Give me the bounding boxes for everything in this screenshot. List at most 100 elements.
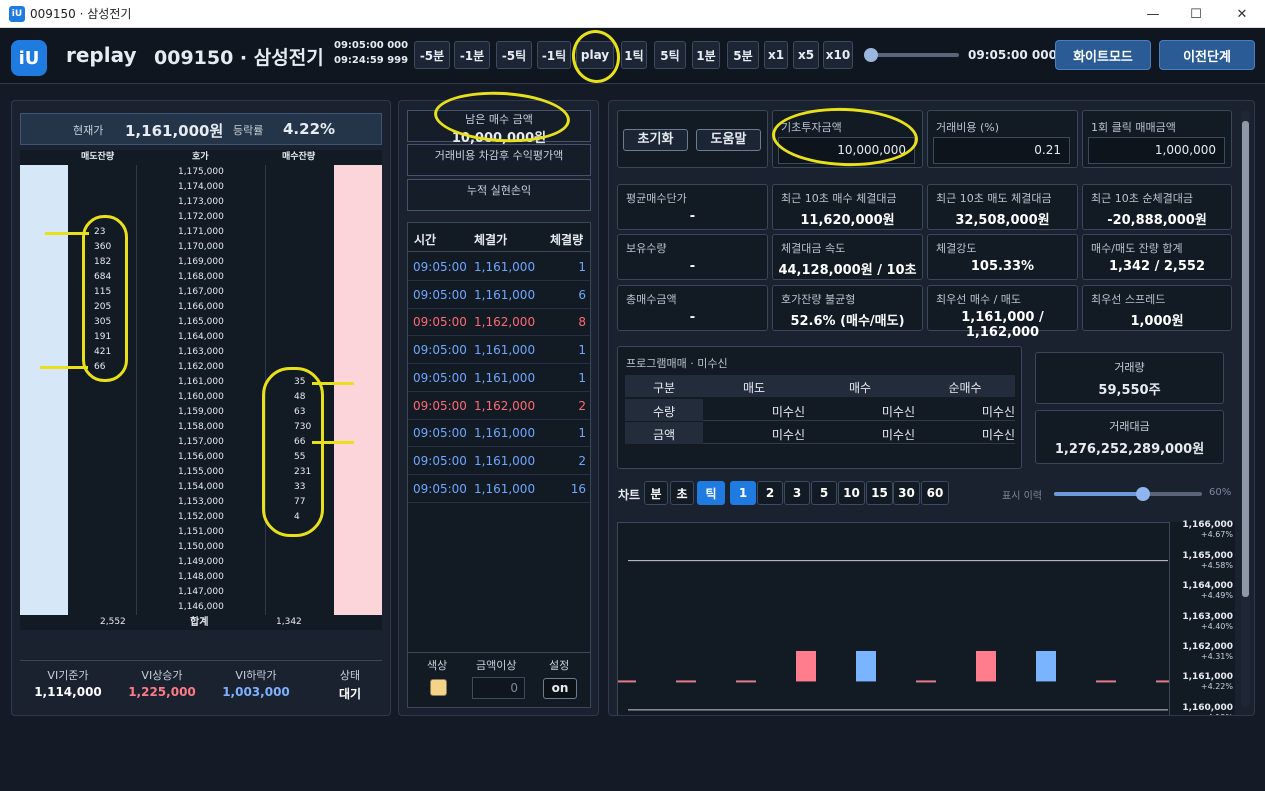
prev-step-button[interactable]: 이전단계 [1159,40,1255,70]
orderbook-row: 1,156,000 55 [20,450,382,465]
reset-button[interactable]: 초기화 [623,129,688,151]
price-level[interactable]: 1,167,000 [178,285,224,300]
stat-card: 최근 10초 순체결대금 -20,888,000원 [1082,184,1232,230]
price-level[interactable]: 1,157,000 [178,435,224,450]
click-amount-card: 1회 클릭 매매금액 1,000,000 [1082,110,1232,168]
control-button[interactable]: -1틱 [537,41,571,69]
stat-card: 총매수금액 - [617,285,768,331]
on-toggle-button[interactable]: on [543,678,577,699]
help-button[interactable]: 도움말 [696,129,761,151]
price-level[interactable]: 1,171,000 [178,225,224,240]
vi-value: 1,225,000 [128,685,196,699]
sell-bar [20,195,68,210]
control-button[interactable]: 5분 [727,41,759,69]
price-level[interactable]: 1,153,000 [178,495,224,510]
stats-panel: 초기화 도움말 기초투자금액 10,000,000 거래비용 (%) 0.21 … [608,100,1255,716]
control-button[interactable]: -1분 [454,41,490,69]
price-level[interactable]: 1,152,000 [178,510,224,525]
control-button[interactable]: x5 [793,41,819,69]
chart-unit-1[interactable]: 초 [670,481,694,505]
click-amount-input[interactable]: 1,000,000 [1088,137,1225,164]
price-level[interactable]: 1,160,000 [178,390,224,405]
trade-amount-label: 거래대금 [1109,420,1150,433]
orderbook-row: 421 1,163,000 [20,345,382,360]
sell-cell [68,495,136,510]
price-level[interactable]: 1,173,000 [178,195,224,210]
price-level[interactable]: 1,166,000 [178,300,224,315]
history-slider-knob[interactable] [1135,487,1150,501]
chart-period-1[interactable]: 1 [730,481,756,505]
replay-slider[interactable] [863,48,959,62]
sell-bar [20,330,68,345]
price-level[interactable]: 1,174,000 [178,180,224,195]
control-button[interactable]: -5분 [414,41,450,69]
app-name: replay [66,43,137,67]
control-button[interactable]: play [576,41,614,69]
chart-period-5[interactable]: 5 [811,481,837,505]
scrollbar-thumb[interactable] [1242,121,1249,597]
orderbook-row: 305 1,165,000 [20,315,382,330]
price-level[interactable]: 1,154,000 [178,480,224,495]
control-button[interactable]: -5틱 [496,41,532,69]
price-level[interactable]: 1,155,000 [178,465,224,480]
sell-cell [68,465,136,480]
price-level[interactable]: 1,169,000 [178,255,224,270]
price-level[interactable]: 1,161,000 [178,375,224,390]
base-amount-input[interactable]: 10,000,000 [778,137,915,164]
sell-bar [20,600,68,615]
chart-period-2[interactable]: 2 [757,481,783,505]
price-level[interactable]: 1,156,000 [178,450,224,465]
control-button[interactable]: 5틱 [654,41,686,69]
program-cell: 수량 [652,405,676,419]
orderbook-row: 115 1,167,000 [20,285,382,300]
chart-period-10[interactable]: 10 [838,481,865,505]
price-level[interactable]: 1,151,000 [178,525,224,540]
stat-card: 최우선 매수 / 매도 1,161,000 / 1,162,000 [927,285,1078,340]
price-level[interactable]: 1,172,000 [178,210,224,225]
price-level[interactable]: 1,165,000 [178,315,224,330]
chart-period-15[interactable]: 15 [866,481,893,505]
price-level[interactable]: 1,149,000 [178,555,224,570]
price-level[interactable]: 1,147,000 [178,585,224,600]
history-slider[interactable] [1054,487,1202,501]
price-level[interactable]: 1,163,000 [178,345,224,360]
replay-slider-knob[interactable] [863,48,878,62]
price-level[interactable]: 1,146,000 [178,600,224,615]
chart-unit-0[interactable]: 분 [644,481,668,505]
price-level[interactable]: 1,159,000 [178,405,224,420]
close-button[interactable]: ✕ [1219,0,1265,28]
chart-period-30[interactable]: 30 [893,481,920,505]
chart-unit-2[interactable]: 틱 [697,481,725,505]
price-level[interactable]: 1,168,000 [178,270,224,285]
minimize-button[interactable]: — [1130,0,1176,28]
stat-label: 매수/매도 잔량 합계 [1091,242,1183,255]
candle-flat [1156,680,1170,683]
price-level[interactable]: 1,148,000 [178,570,224,585]
candle-flat [1096,680,1116,683]
price-level[interactable]: 1,150,000 [178,540,224,555]
y-tick-price: 1,164,000 [1182,581,1233,592]
stat-card: 최근 10초 매수 체결대금 11,620,000원 [772,184,923,230]
amount-threshold-input[interactable]: 0 [472,677,525,699]
white-mode-button[interactable]: 화이트모드 [1055,40,1151,70]
chart-period-60[interactable]: 60 [921,481,949,505]
chart-period-3[interactable]: 3 [784,481,810,505]
vi-label: VI상승가 [141,669,183,682]
control-button[interactable]: 1틱 [621,41,647,69]
price-level[interactable]: 1,170,000 [178,240,224,255]
color-swatch[interactable] [430,679,447,696]
control-button[interactable]: 1분 [692,41,720,69]
price-level[interactable]: 1,158,000 [178,420,224,435]
stat-value: 11,620,000원 [800,213,895,228]
fee-input[interactable]: 0.21 [933,137,1070,164]
trade-row: 09:05:00 1,161,000 1 [408,253,592,281]
stats-scrollbar[interactable] [1241,111,1250,707]
control-button[interactable]: x1 [764,41,788,69]
price-level[interactable]: 1,162,000 [178,360,224,375]
price-level[interactable]: 1,164,000 [178,330,224,345]
buy-cell [266,180,334,195]
buy-cell [266,270,334,285]
control-button[interactable]: x10 [823,41,853,69]
maximize-button[interactable]: ☐ [1173,0,1219,28]
price-level[interactable]: 1,175,000 [178,165,224,180]
